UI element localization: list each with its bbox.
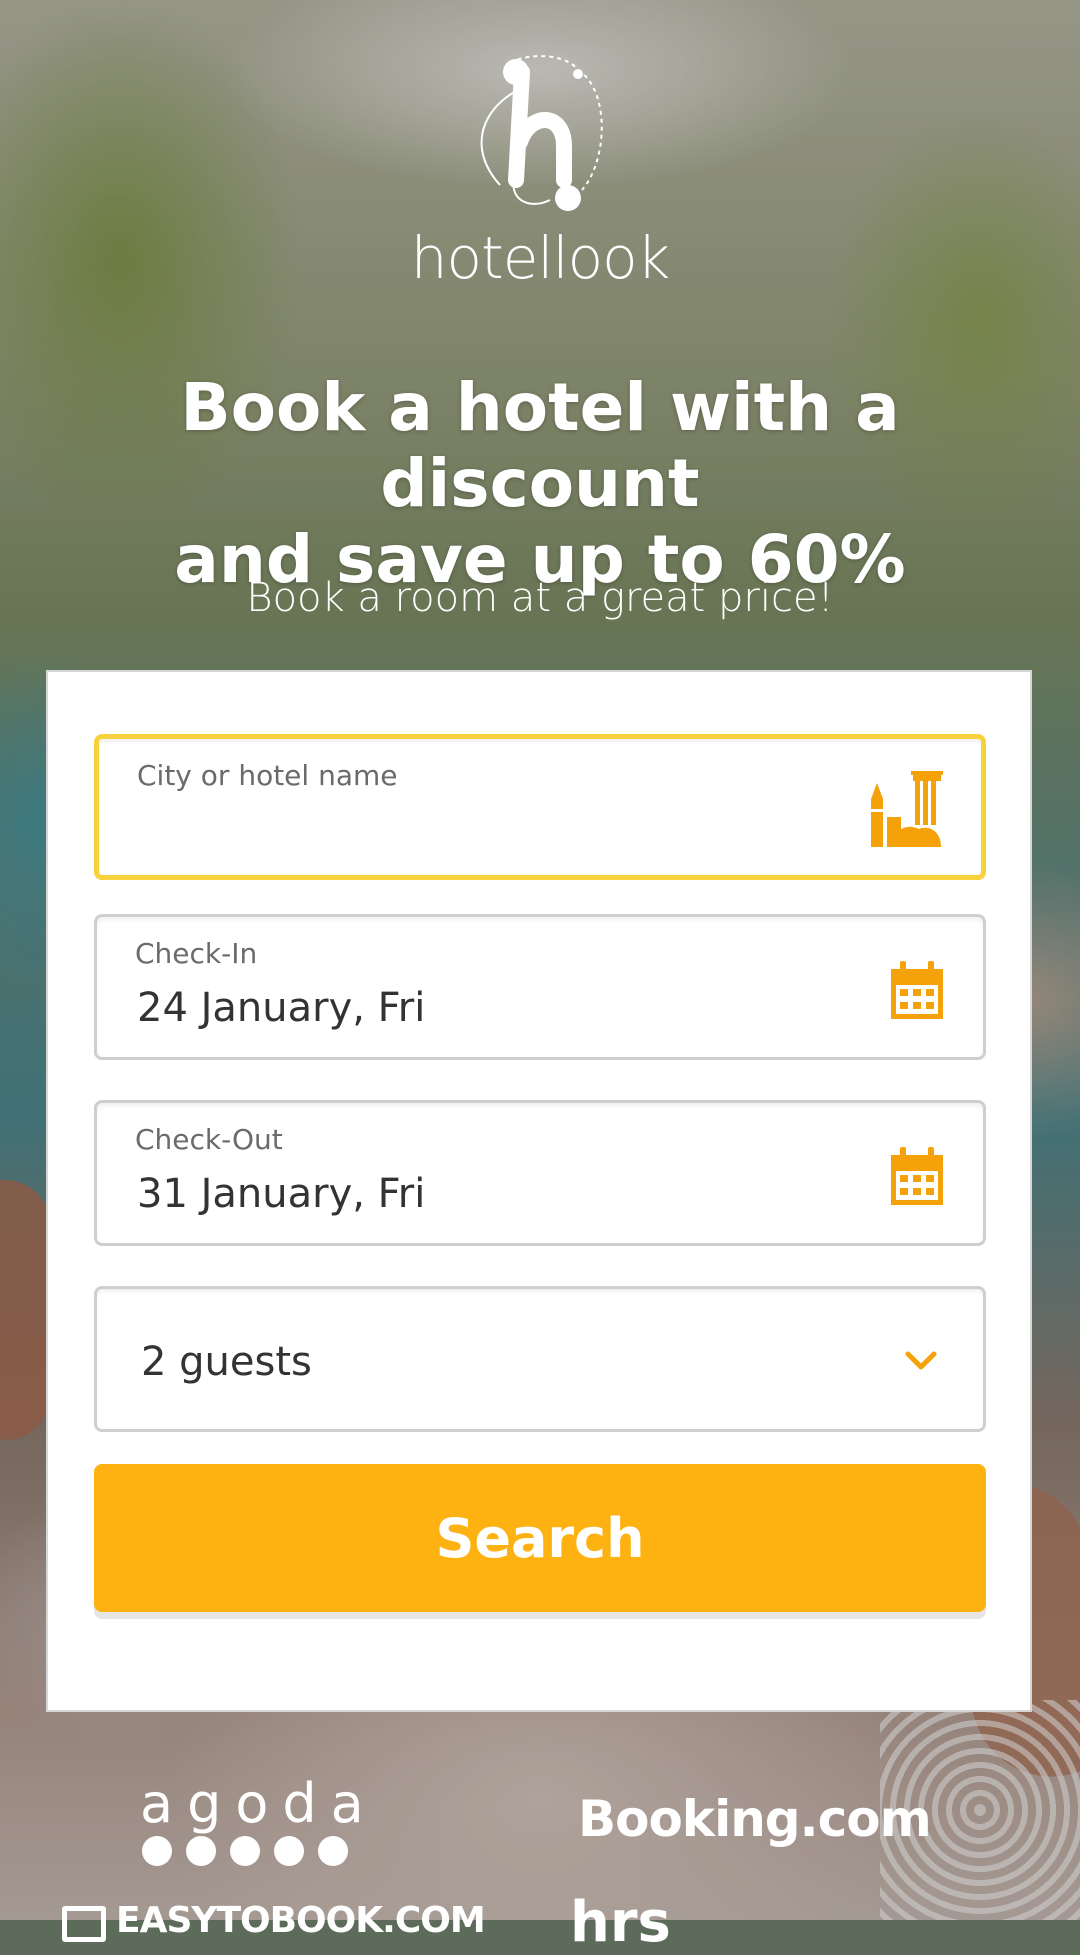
destination-label: City or hotel name: [137, 759, 398, 792]
brand-logo: hotellook: [0, 50, 1080, 290]
page-subtitle: Book a room at a great price!: [246, 575, 834, 621]
check-in-field[interactable]: Check-In 24 January, Fri: [94, 914, 986, 1060]
partner-logos: agoda Booking.com EASYTOBOOK.COM hrs: [0, 1760, 1080, 1955]
calendar-icon: [891, 961, 943, 1019]
brand-name: hotellook: [410, 224, 670, 292]
search-button[interactable]: Search: [94, 1464, 986, 1612]
city-landmarks-icon: [869, 771, 943, 847]
easytobook-logo: EASYTOBOOK.COM: [62, 1900, 486, 1942]
hotellook-logo-icon: [480, 55, 603, 211]
check-in-value: 24 January, Fri: [137, 985, 426, 1031]
agoda-logo: agoda: [140, 1772, 378, 1866]
check-out-value: 31 January, Fri: [137, 1171, 426, 1217]
check-out-field[interactable]: Check-Out 31 January, Fri: [94, 1100, 986, 1246]
page-headline: Book a hotel with a discount and save up…: [40, 370, 1040, 598]
destination-field[interactable]: City or hotel name: [94, 734, 986, 880]
check-out-label: Check-Out: [135, 1123, 283, 1156]
headline-line-1: Book a hotel with a discount: [180, 369, 900, 522]
guests-value: 2 guests: [141, 1339, 312, 1385]
agoda-logo-text: agoda: [140, 1772, 378, 1835]
easytobook-logo-text: EASYTOBOOK.COM: [116, 1900, 486, 1941]
chevron-down-icon: [905, 1351, 937, 1370]
guests-select[interactable]: 2 guests: [94, 1286, 986, 1432]
calendar-icon: [891, 1147, 943, 1205]
hrs-logo: hrs: [570, 1890, 671, 1955]
search-form-card: City or hotel name Check-In 24 January, …: [46, 670, 1032, 1712]
booking-logo: Booking.com: [578, 1790, 932, 1848]
check-in-label: Check-In: [135, 937, 258, 970]
easytobook-box-icon: [62, 1906, 106, 1942]
